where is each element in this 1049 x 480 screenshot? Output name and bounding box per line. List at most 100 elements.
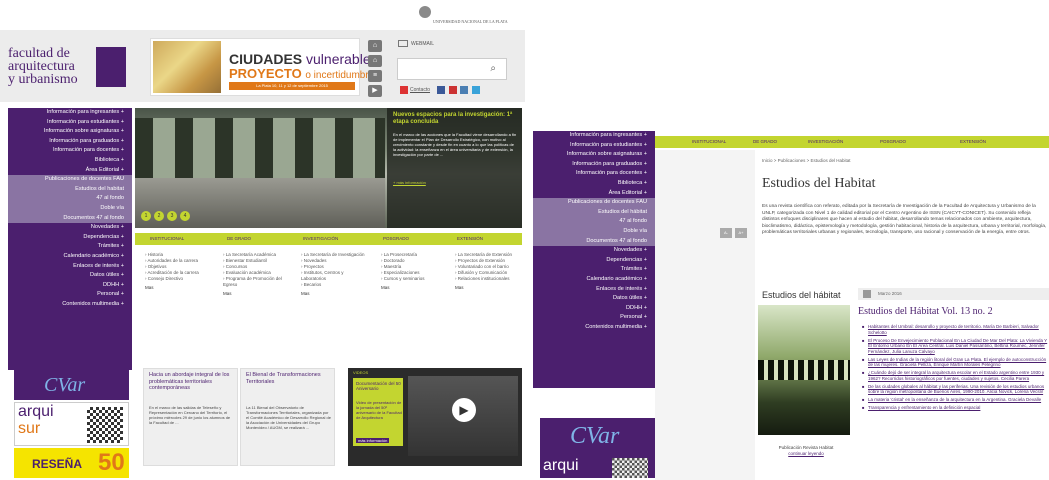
sidebar-item[interactable]: Personal + — [8, 290, 132, 300]
sidebar-item[interactable]: Trámites + — [533, 265, 655, 275]
more-link[interactable]: Mas — [301, 291, 310, 297]
sidebar-item[interactable]: Información sobre asignaturas + — [8, 127, 132, 137]
news-card[interactable]: El Bienal de Transformaciones Territoria… — [240, 368, 335, 466]
sidebar-item[interactable]: Doble vía — [8, 203, 132, 214]
section-link[interactable]: › Cursos y seminarios — [381, 276, 449, 282]
sidebar-item[interactable]: DDHH + — [533, 304, 655, 314]
sidebar-item[interactable]: Publicaciones de docentes FAU — [533, 198, 655, 208]
sidebar-item[interactable]: 47 al fondo — [8, 194, 132, 204]
sidebar-item[interactable]: Información para estudiantes + — [8, 118, 132, 128]
tab-posgrado[interactable]: POSGRADO — [383, 236, 409, 241]
font-decrease-button[interactable]: A- — [720, 228, 732, 238]
sidebar-item[interactable]: Contenidos multimedia + — [533, 323, 655, 333]
sidebar-item[interactable]: Biblioteca + — [533, 179, 655, 189]
sidebar-item[interactable]: Biblioteca + — [8, 156, 132, 166]
contact-icon[interactable] — [400, 86, 408, 94]
cvar-banner[interactable]: CVar — [14, 370, 129, 400]
sidebar-item[interactable]: Trámites + — [8, 242, 132, 252]
sidebar-item[interactable]: Estudios del hábitat — [533, 207, 655, 218]
tab-extension[interactable]: EXTENSIÓN — [960, 139, 986, 144]
gmail-icon[interactable] — [448, 86, 457, 94]
hero-title[interactable]: Nuevos espacios para la investigación: 1… — [393, 112, 517, 126]
article-link[interactable]: ¿Cuándo dejó de ser integral la arquitec… — [862, 370, 1049, 381]
sidebar-item[interactable]: Enlaces de interés + — [8, 262, 132, 272]
news-card-title[interactable]: Hacia un abordaje integral de los proble… — [149, 372, 234, 392]
contact-link[interactable]: Contacto — [410, 87, 430, 93]
facebook-icon[interactable] — [437, 86, 446, 94]
news-card-title[interactable]: El Bienal de Transformaciones Territoria… — [246, 372, 331, 385]
sidebar-item[interactable]: Información para ingresantes + — [533, 131, 655, 141]
youtube-icon[interactable]: ▶ — [368, 85, 382, 97]
tab-investigacion[interactable]: INVESTIGACIÓN — [303, 236, 338, 241]
more-link[interactable]: Mas — [145, 285, 154, 291]
article-link[interactable]: La materia 'cristal' en la enseñanza de … — [862, 397, 1049, 403]
tab-institucional[interactable]: INSTITUCIONAL — [150, 236, 184, 241]
institution-icon[interactable]: ⌂ — [368, 40, 382, 52]
tab-extension[interactable]: EXTENSIÓN — [457, 236, 483, 241]
sidebar-item[interactable]: Datos útiles + — [8, 271, 132, 281]
section-link[interactable]: › Relaciones institucionales — [455, 276, 523, 282]
slider-dot[interactable]: 3 — [167, 211, 177, 221]
sidebar-item[interactable]: Área Editorial + — [533, 189, 655, 199]
cvar-banner[interactable]: CVar — [540, 418, 655, 456]
sidebar-item[interactable]: DDHH + — [8, 281, 132, 291]
slider-dot[interactable]: 1 — [141, 211, 151, 221]
sidebar-item[interactable]: Área Editorial + — [8, 166, 132, 176]
sidebar-item[interactable]: Contenidos multimedia + — [8, 300, 132, 310]
sidebar-item[interactable]: Doble vía — [533, 226, 655, 237]
sidebar-item[interactable]: Información para docentes + — [8, 146, 132, 156]
section-link[interactable]: › Institutos, Centros y Laboratorios — [301, 270, 369, 282]
slider-dot[interactable]: 2 — [154, 211, 164, 221]
more-link[interactable]: Mas — [381, 285, 390, 291]
slider-dot[interactable]: 4 — [180, 211, 190, 221]
article-link[interactable]: De las ciudades globales al hábitat y la… — [862, 384, 1049, 395]
sidebar-item[interactable]: 47 al fondo — [533, 217, 655, 227]
font-increase-button[interactable]: A+ — [735, 228, 747, 238]
rss-icon[interactable]: ≡ — [368, 70, 382, 82]
news-card[interactable]: Hacia un abordaje integral de los proble… — [143, 368, 238, 466]
sidebar-item[interactable]: Enlaces de interés + — [533, 285, 655, 295]
more-link[interactable]: Mas — [455, 285, 464, 291]
play-icon[interactable]: ▶ — [452, 398, 476, 422]
journal-cover-image[interactable] — [758, 305, 850, 435]
tab-de-grado[interactable]: DE GRADO — [227, 236, 251, 241]
search-input[interactable]: ⌕ — [397, 58, 507, 80]
article-link[interactable]: El Proceso De Envejecimiento Poblacional… — [862, 338, 1049, 355]
university-header[interactable]: UNIVERSIDAD NACIONAL DE LA PLATA — [395, 6, 525, 28]
event-banner[interactable]: CIUDADES vulnerables PROYECTO o incertid… — [150, 38, 378, 96]
breadcrumb[interactable]: Inicio > Publicaciones > Estudios del Ha… — [762, 158, 851, 163]
sidebar-item[interactable]: Información para estudiantes + — [533, 141, 655, 151]
continue-reading-link[interactable]: continuar leyendo — [760, 451, 852, 457]
sidebar-item[interactable]: Información para graduados + — [8, 137, 132, 147]
arquisur-banner[interactable]: arqui — [540, 456, 655, 478]
hero-more-link[interactable]: + más información — [393, 180, 426, 185]
flickr-icon[interactable] — [460, 86, 469, 94]
sidebar-item[interactable]: Documentos 47 al fondo — [8, 213, 132, 224]
issue-title[interactable]: Estudios del Hábitat Vol. 13 no. 2 — [858, 306, 993, 317]
sidebar-item[interactable]: Datos útiles + — [533, 294, 655, 304]
video-more-link[interactable]: más información — [356, 438, 390, 443]
tab-investigacion[interactable]: INVESTIGACIÓN — [808, 139, 843, 144]
arquisur-banner[interactable]: arqui sur — [14, 402, 129, 446]
sidebar-item[interactable]: Calendario académico + — [8, 252, 132, 262]
section-link[interactable]: › Programa de Promoción del Egreso — [223, 276, 291, 288]
sidebar-item[interactable]: Calendario académico + — [533, 275, 655, 285]
tab-de-grado[interactable]: DE GRADO — [753, 139, 777, 144]
sidebar-item[interactable]: Publicaciones de docentes FAU — [8, 175, 132, 185]
sidebar-item[interactable]: Novedades + — [533, 246, 655, 256]
faculty-logo[interactable]: facultad de arquitectura y urbanismo — [8, 45, 128, 100]
sidebar-item[interactable]: Dependencias + — [8, 233, 132, 243]
twitter-icon[interactable] — [471, 86, 480, 94]
article-link[interactable]: Transparencia y enfrentamiento en la def… — [862, 405, 1049, 411]
sidebar-item[interactable]: Dependencias + — [533, 256, 655, 266]
home-icon[interactable]: ⌂ — [368, 55, 382, 67]
more-link[interactable]: Mas — [223, 291, 232, 297]
sidebar-item[interactable]: Novedades + — [8, 223, 132, 233]
tab-posgrado[interactable]: POSGRADO — [880, 139, 906, 144]
resena-banner[interactable]: RESEÑA 50 — [14, 448, 129, 478]
sidebar-item[interactable]: Estudios del habitat — [8, 184, 132, 195]
sidebar-item[interactable]: Personal + — [533, 313, 655, 323]
sidebar-item[interactable]: Información para graduados + — [533, 160, 655, 170]
hero-slider[interactable]: Nuevos espacios para la investigación: 1… — [135, 108, 522, 228]
article-link[interactable]: Habitantes del Umbral: desarrollo y proy… — [862, 324, 1049, 335]
